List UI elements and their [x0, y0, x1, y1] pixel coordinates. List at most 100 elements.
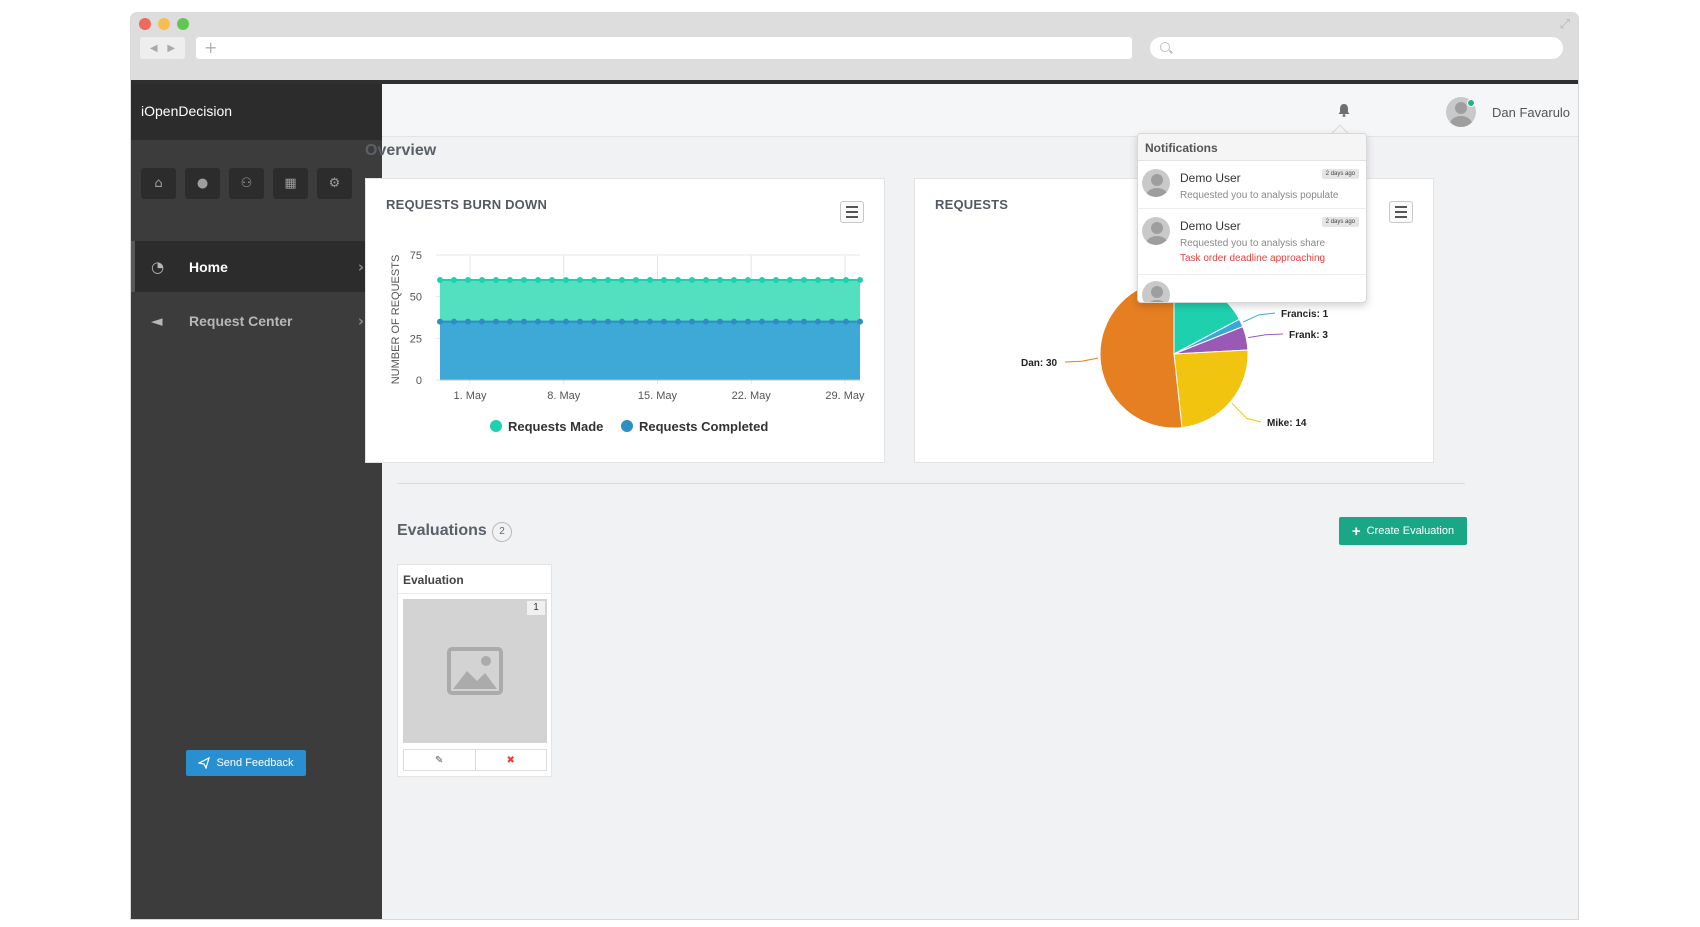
data-point[interactable]	[843, 277, 849, 283]
minimize-window-button[interactable]	[158, 18, 170, 30]
data-point[interactable]	[689, 277, 695, 283]
data-point[interactable]	[535, 277, 541, 283]
data-point[interactable]	[647, 318, 653, 325]
home-icon: ⌂	[154, 176, 163, 191]
data-point[interactable]	[829, 318, 835, 325]
evaluation-thumbnail[interactable]: 1	[403, 599, 547, 743]
gear-toolbar-button[interactable]: ⚙	[317, 168, 352, 199]
data-point[interactable]	[745, 277, 751, 283]
data-point[interactable]	[619, 277, 625, 283]
online-status-badge	[1467, 99, 1475, 107]
data-point[interactable]	[521, 318, 527, 325]
data-point[interactable]	[745, 318, 751, 325]
data-point[interactable]	[633, 277, 639, 283]
user-toolbar-button[interactable]: ●	[185, 168, 220, 199]
close-window-button[interactable]	[139, 18, 151, 30]
data-point[interactable]	[507, 318, 513, 325]
browser-search-bar[interactable]	[1150, 37, 1563, 59]
brand-logo[interactable]: iOpenDecision	[131, 84, 382, 140]
users-toolbar-button[interactable]: ⚇	[229, 168, 264, 199]
data-point[interactable]	[605, 318, 611, 325]
data-point[interactable]	[507, 277, 513, 283]
new-tab-icon[interactable]: +	[204, 38, 217, 57]
data-point[interactable]	[759, 277, 765, 283]
data-point[interactable]	[773, 318, 779, 325]
forward-icon[interactable]: ▶	[167, 43, 175, 54]
data-point[interactable]	[451, 277, 457, 283]
pie-slice[interactable]	[1173, 349, 1249, 429]
data-point[interactable]	[605, 277, 611, 283]
data-point[interactable]	[479, 318, 485, 325]
delete-evaluation-button[interactable]: ✖	[474, 750, 547, 770]
data-point[interactable]	[717, 277, 723, 283]
data-point[interactable]	[591, 277, 597, 283]
calendar-toolbar-button[interactable]: ▦	[273, 168, 308, 199]
data-point[interactable]	[577, 318, 583, 325]
data-point[interactable]	[801, 277, 807, 283]
data-point[interactable]	[843, 318, 849, 325]
data-point[interactable]	[661, 318, 667, 325]
area-series-requests-completed	[440, 321, 860, 380]
data-point[interactable]	[829, 277, 835, 283]
data-point[interactable]	[731, 277, 737, 283]
address-bar[interactable]: +	[196, 37, 1132, 59]
y-axis-label: NUMBER OF REQUESTS	[390, 255, 402, 385]
data-point[interactable]	[493, 318, 499, 325]
data-point[interactable]	[717, 318, 723, 325]
home-toolbar-button[interactable]: ⌂	[141, 168, 176, 199]
data-point[interactable]	[661, 277, 667, 283]
data-point[interactable]	[521, 277, 527, 283]
data-point[interactable]	[675, 277, 681, 283]
legend-label[interactable]: Requests Made	[508, 419, 603, 434]
maximize-window-button[interactable]	[177, 18, 189, 30]
data-point[interactable]	[703, 277, 709, 283]
data-point[interactable]	[451, 318, 457, 325]
sidebar-item-home[interactable]: ◔ Home ›	[131, 241, 382, 292]
fullscreen-icon[interactable]: ⤢	[1560, 17, 1570, 32]
data-point[interactable]	[577, 277, 583, 283]
notification-item[interactable]: Demo User 2 days ago Requested you to anal…	[1138, 161, 1366, 209]
data-point[interactable]	[731, 318, 737, 325]
data-point[interactable]	[493, 277, 499, 283]
data-point[interactable]	[759, 318, 765, 325]
data-point[interactable]	[801, 318, 807, 325]
edit-evaluation-button[interactable]: ✎	[404, 750, 475, 770]
data-point[interactable]	[437, 318, 443, 325]
legend-label[interactable]: Requests Completed	[639, 419, 768, 434]
data-point[interactable]	[787, 318, 793, 325]
data-point[interactable]	[591, 318, 597, 325]
data-point[interactable]	[675, 318, 681, 325]
data-point[interactable]	[773, 277, 779, 283]
data-point[interactable]	[465, 277, 471, 283]
notification-warning: Task order deadline approaching	[1180, 253, 1326, 264]
bell-icon[interactable]	[1337, 103, 1351, 117]
sidebar-item-label: Request Center	[189, 312, 293, 329]
notification-item[interactable]: Demo User 2 days ago Requested you to anal…	[1138, 209, 1366, 275]
sidebar-item-request-center[interactable]: ◄ Request Center ›	[131, 295, 382, 346]
data-point[interactable]	[857, 277, 863, 283]
data-point[interactable]	[479, 277, 485, 283]
evaluation-card[interactable]: Evaluation 1 ✎ ✖	[397, 564, 552, 777]
data-point[interactable]	[535, 318, 541, 325]
evaluation-card-title: Evaluation	[398, 565, 551, 594]
data-point[interactable]	[689, 318, 695, 325]
data-point[interactable]	[465, 318, 471, 325]
data-point[interactable]	[563, 277, 569, 283]
data-point[interactable]	[815, 318, 821, 325]
notification-item-partial[interactable]	[1138, 275, 1366, 302]
back-icon[interactable]: ◀	[150, 43, 158, 54]
data-point[interactable]	[437, 277, 443, 283]
data-point[interactable]	[815, 277, 821, 283]
data-point[interactable]	[647, 277, 653, 283]
create-evaluation-button[interactable]: + Create Evaluation	[1339, 517, 1467, 545]
user-name[interactable]: Dan Favarulo	[1492, 105, 1570, 120]
data-point[interactable]	[633, 318, 639, 325]
data-point[interactable]	[619, 318, 625, 325]
data-point[interactable]	[703, 318, 709, 325]
data-point[interactable]	[549, 318, 555, 325]
data-point[interactable]	[549, 277, 555, 283]
data-point[interactable]	[563, 318, 569, 325]
data-point[interactable]	[787, 277, 793, 283]
send-feedback-button[interactable]: Send Feedback	[186, 750, 306, 776]
data-point[interactable]	[857, 318, 863, 325]
